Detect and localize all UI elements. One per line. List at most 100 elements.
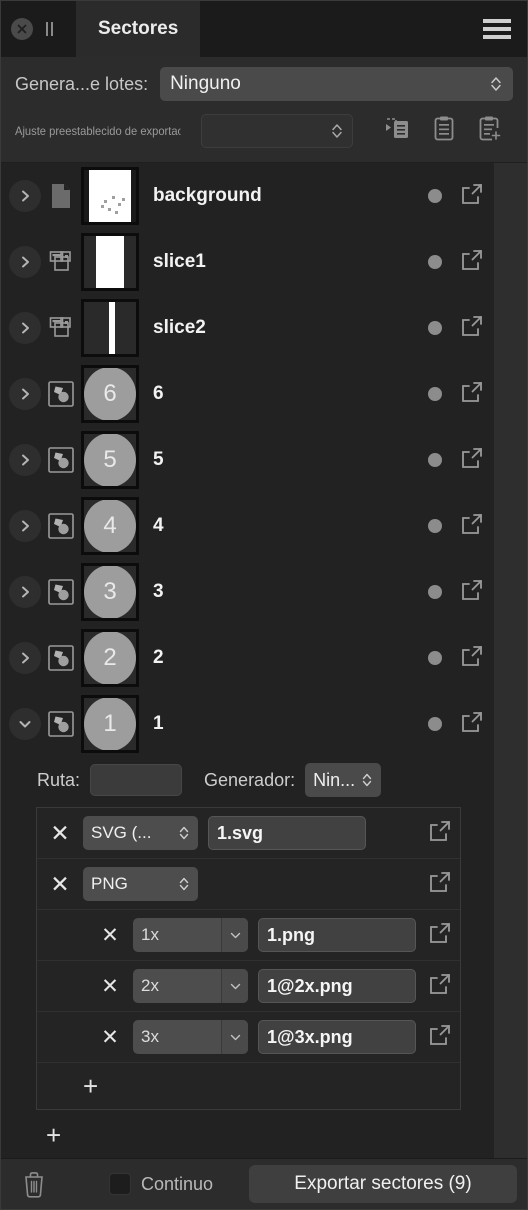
layer-thumbnail: 6 [81, 365, 139, 423]
slice-icon [41, 248, 81, 276]
scale-select[interactable]: 3x [133, 1020, 248, 1054]
status-dot[interactable] [428, 189, 442, 203]
remove-scale-x-icon[interactable]: ✕ [87, 1025, 133, 1050]
expand-chevron-right-icon[interactable] [9, 642, 41, 674]
scale-row: ✕ 3x 1@3x.png [37, 1012, 460, 1063]
table-row[interactable]: 4 4 [1, 493, 494, 559]
batch-generator-select[interactable]: Ninguno [160, 67, 513, 101]
table-row[interactable]: background [1, 163, 494, 229]
pause-bar-right [51, 22, 53, 36]
status-dot[interactable] [428, 255, 442, 269]
status-dot[interactable] [428, 387, 442, 401]
open-external-icon[interactable] [460, 710, 484, 739]
open-external-icon[interactable] [460, 182, 484, 211]
continuous-label: Continuo [141, 1173, 214, 1194]
open-external-icon[interactable] [460, 578, 484, 607]
expand-chevron-right-icon[interactable] [9, 576, 41, 608]
remove-scale-x-icon[interactable]: ✕ [87, 923, 133, 948]
sector-detail: Ruta: Generador: Nin... ✕ SVG (... 1.svg… [1, 757, 494, 1158]
export-preset-select[interactable] [201, 113, 353, 148]
open-external-icon[interactable] [460, 248, 484, 277]
open-external-icon[interactable] [460, 446, 484, 475]
table-row[interactable]: slice1 [1, 229, 494, 295]
top-controls: Genera...e lotes: Ninguno Ajuste preesta… [1, 57, 527, 163]
layer-thumbnail [81, 299, 139, 357]
format-select[interactable]: PNG [83, 867, 198, 901]
scale-value: 1x [141, 925, 159, 944]
expand-chevron-right-icon[interactable] [9, 246, 41, 278]
layer-name: 1 [153, 713, 164, 734]
layer-thumbnail: 5 [81, 431, 139, 489]
scale-select[interactable]: 1x [133, 918, 248, 952]
continuous-checkbox[interactable] [109, 1173, 131, 1195]
status-dot[interactable] [428, 585, 442, 599]
vertical-scrollbar[interactable] [494, 163, 527, 1158]
generator-select[interactable]: Nin... [305, 763, 382, 797]
status-dot[interactable] [428, 321, 442, 335]
group-icon [41, 379, 81, 409]
close-circle-icon[interactable] [11, 18, 33, 40]
table-row[interactable]: 3 3 [1, 559, 494, 625]
format-value: PNG [91, 874, 128, 893]
open-external-icon[interactable] [460, 512, 484, 541]
add-preset-icon[interactable] [475, 113, 505, 148]
open-external-icon[interactable] [460, 314, 484, 343]
bottom-bar: Continuo Exportar sectores (9) [1, 1158, 527, 1209]
remove-scale-x-icon[interactable]: ✕ [87, 974, 133, 999]
open-external-icon[interactable] [428, 921, 452, 950]
group-icon [41, 643, 81, 673]
open-external-icon[interactable] [428, 819, 452, 848]
format-select[interactable]: SVG (... [83, 816, 198, 850]
status-dot[interactable] [428, 717, 442, 731]
path-input[interactable] [90, 764, 183, 796]
status-dot[interactable] [428, 453, 442, 467]
table-row[interactable]: 5 5 [1, 427, 494, 493]
add-format-button[interactable]: + [46, 1122, 61, 1148]
scale-select[interactable]: 2x [133, 969, 248, 1003]
batch-generator-value: Ninguno [170, 73, 241, 94]
table-row[interactable]: 2 2 [1, 625, 494, 691]
filename-input[interactable]: 1.svg [208, 816, 366, 850]
thumbnail-number: 3 [103, 578, 117, 605]
pause-icon[interactable] [43, 20, 56, 38]
open-external-icon[interactable] [428, 870, 452, 899]
layer-name: slice2 [153, 317, 206, 338]
status-dot[interactable] [428, 651, 442, 665]
open-external-icon[interactable] [460, 644, 484, 673]
remove-format-x-icon[interactable]: ✕ [37, 871, 83, 898]
add-format-row: + [1, 1110, 494, 1158]
thumbnail-slice-bar [109, 302, 115, 354]
collapse-chevron-down-icon[interactable] [9, 708, 41, 740]
expand-chevron-right-icon[interactable] [9, 312, 41, 344]
table-row[interactable]: slice2 [1, 295, 494, 361]
copy-preset-icon[interactable] [429, 113, 459, 148]
open-external-icon[interactable] [460, 380, 484, 409]
format-value: SVG (... [91, 823, 152, 842]
layer-name: 4 [153, 515, 164, 536]
apply-preset-icon[interactable] [383, 113, 413, 148]
layer-name: 2 [153, 647, 164, 668]
expand-chevron-right-icon[interactable] [9, 180, 41, 212]
export-sectors-button[interactable]: Exportar sectores (9) [249, 1165, 517, 1203]
hamburger-menu-icon[interactable] [483, 19, 511, 39]
expand-chevron-right-icon[interactable] [9, 378, 41, 410]
thumbnail-circle: 2 [84, 632, 136, 684]
open-external-icon[interactable] [428, 972, 452, 1001]
expand-chevron-right-icon[interactable] [9, 444, 41, 476]
chevron-down-icon [221, 918, 248, 952]
filename-input[interactable]: 1@2x.png [258, 969, 416, 1003]
scale-value: 3x [141, 1027, 159, 1046]
trash-icon[interactable] [11, 1170, 57, 1198]
remove-format-x-icon[interactable]: ✕ [37, 820, 83, 847]
table-row[interactable]: 6 6 [1, 361, 494, 427]
chevron-updown-icon [178, 824, 190, 842]
table-row[interactable]: 1 1 [1, 691, 494, 757]
export-sectors-label: Exportar sectores (9) [294, 1173, 472, 1194]
status-dot[interactable] [428, 519, 442, 533]
expand-chevron-right-icon[interactable] [9, 510, 41, 542]
filename-input[interactable]: 1.png [258, 918, 416, 952]
open-external-icon[interactable] [428, 1023, 452, 1052]
add-scale-button[interactable]: + [83, 1073, 98, 1099]
filename-input[interactable]: 1@3x.png [258, 1020, 416, 1054]
tab-sectores[interactable]: Sectores [76, 1, 201, 57]
